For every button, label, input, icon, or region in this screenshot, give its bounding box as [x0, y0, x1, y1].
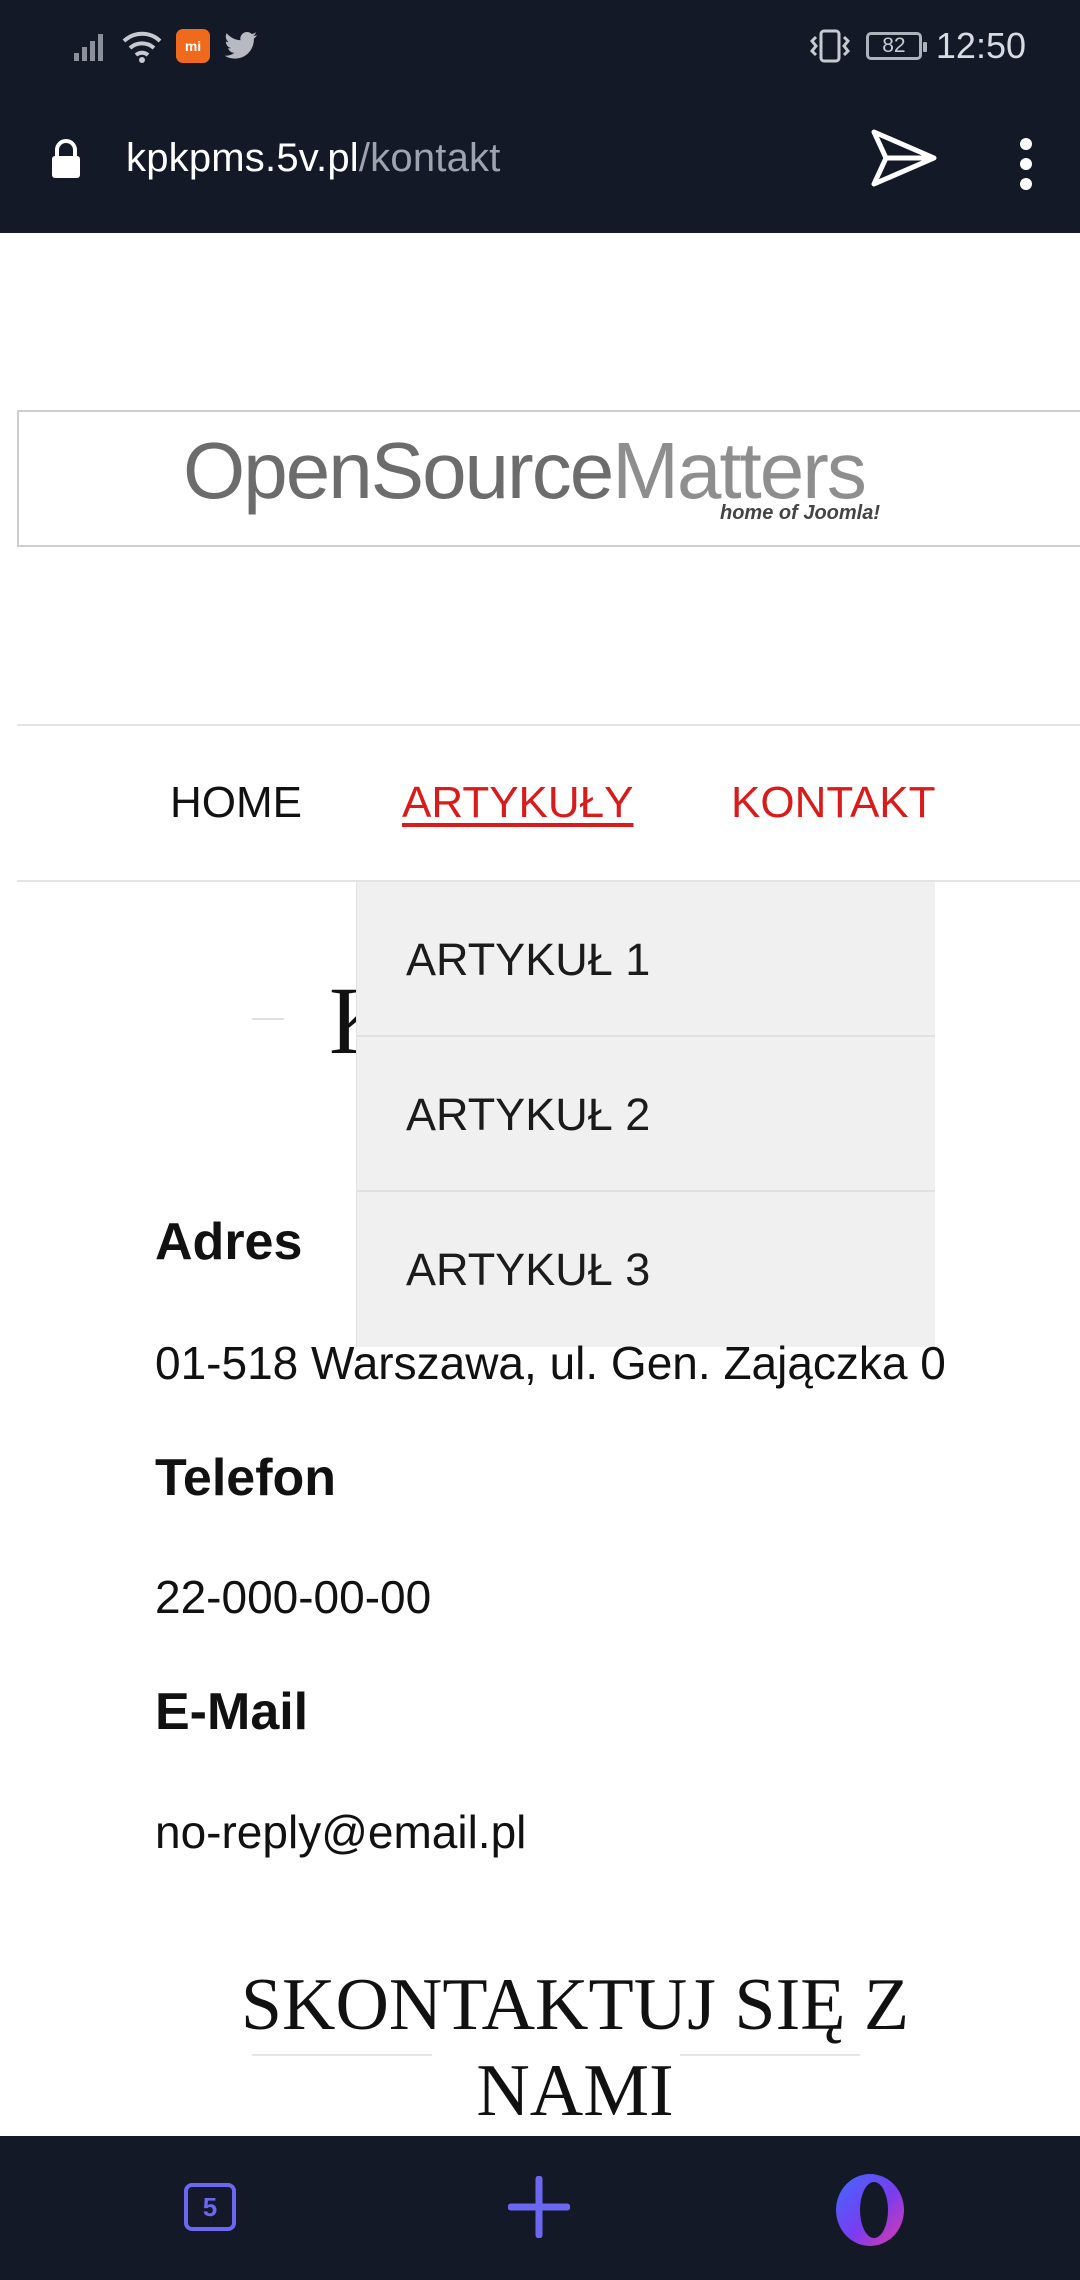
address-label: Adres [155, 1213, 303, 1271]
signal-icon [74, 34, 103, 61]
nav-item-home[interactable]: HOME [170, 778, 302, 828]
status-left-icons: mi [74, 26, 258, 66]
url-field[interactable]: kpkpms.5v.pl/kontakt [126, 136, 501, 181]
mi-app-icon: mi [176, 29, 210, 63]
nav-item-articles[interactable]: ARTYKUŁY [402, 778, 634, 828]
plus-icon[interactable] [508, 2176, 570, 2238]
cta-decor-line [680, 2054, 860, 2056]
tab-count: 5 [202, 2191, 218, 2222]
cta-decor-line [252, 2054, 432, 2056]
contact-us-line-2: NAMI [476, 2050, 674, 2132]
twitter-icon [224, 32, 257, 59]
phone-label: Telefon [155, 1449, 337, 1507]
nav-top-divider [17, 724, 1080, 726]
vibrate-icon [809, 29, 850, 63]
tabs-icon[interactable]: 5 [184, 2183, 236, 2231]
phone-value[interactable]: 22-000-00-00 [155, 1570, 431, 1624]
battery-level: 82 [882, 34, 906, 57]
heading-decor-line [252, 1018, 284, 1020]
more-menu-icon[interactable] [1012, 136, 1040, 192]
lock-icon [52, 139, 80, 178]
wifi-icon [122, 31, 162, 63]
status-time: 12:50 [935, 25, 1026, 66]
nav-item-contact[interactable]: KONTAKT [731, 778, 936, 828]
dropdown-item-article-3[interactable]: ARTYKUŁ 3 [357, 1192, 935, 1347]
url-path: /kontakt [358, 136, 501, 180]
send-icon[interactable] [868, 126, 940, 190]
dropdown-item-article-1[interactable]: ARTYKUŁ 1 [357, 882, 935, 1037]
articles-dropdown: ARTYKUŁ 1 ARTYKUŁ 2 ARTYKUŁ 3 [356, 882, 935, 1347]
url-domain: kpkpms.5v.pl [126, 136, 359, 180]
address-value: 01-518 Warszawa, ul. Gen. Zajączka 0 [155, 1337, 946, 1389]
contact-us-heading: SKONTAKTUJ SIĘ Z NAMI [240, 1962, 910, 2134]
opera-icon[interactable] [830, 2170, 910, 2250]
battery-icon: 82 [865, 32, 927, 60]
logo-main-dark: OpenSource [183, 426, 614, 515]
contact-us-line-1: SKONTAKTUJ SIĘ Z [240, 1964, 910, 2046]
email-value[interactable]: no-reply@email.pl [155, 1805, 526, 1859]
email-label: E-Mail [155, 1683, 309, 1741]
dropdown-item-article-2[interactable]: ARTYKUŁ 2 [357, 1037, 935, 1192]
status-right-icons: 82 12:50 [808, 24, 1026, 68]
logo-tagline: home of Joomla! [720, 502, 881, 524]
